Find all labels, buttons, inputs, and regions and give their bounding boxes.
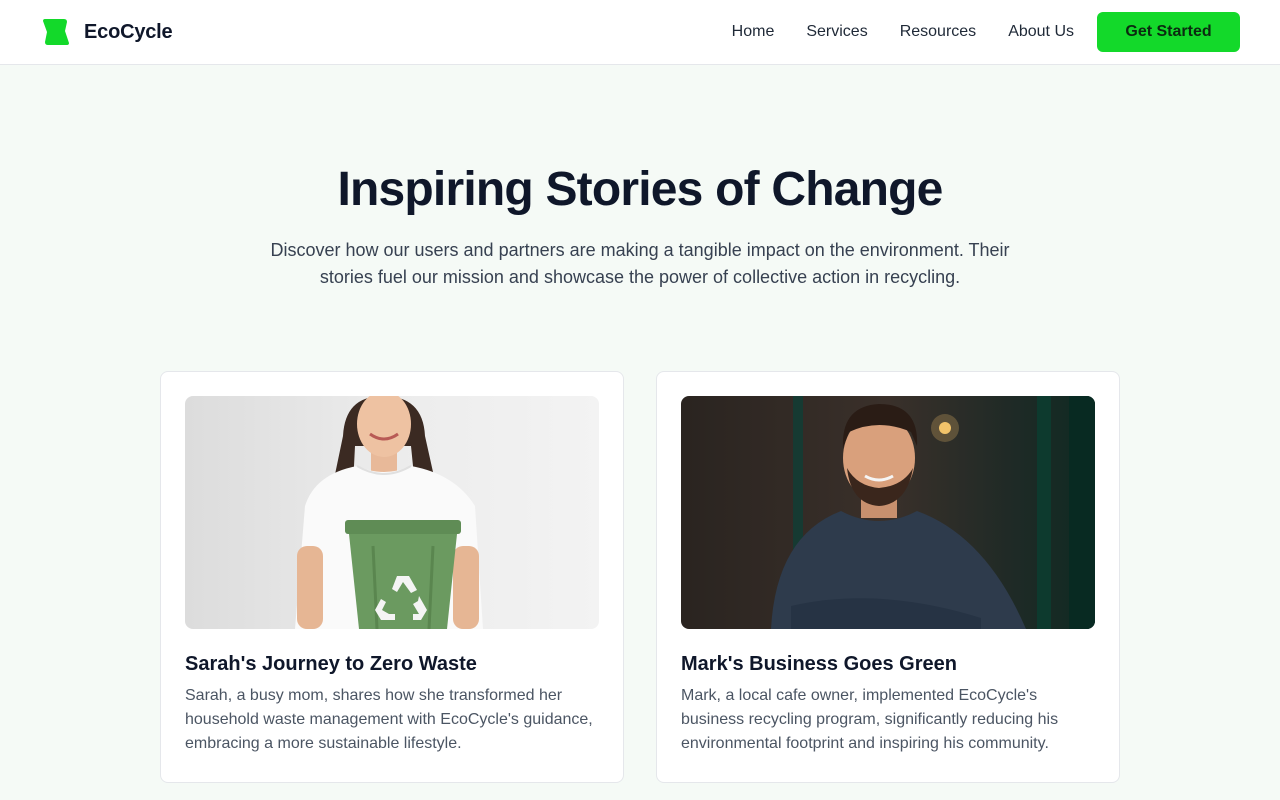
get-started-button[interactable]: Get Started: [1097, 12, 1240, 52]
main-nav: Home Services Resources About Us Get Sta…: [732, 12, 1240, 52]
nav-resources[interactable]: Resources: [900, 23, 976, 41]
story-description: Sarah, a busy mom, shares how she transf…: [185, 687, 593, 752]
nav-services[interactable]: Services: [806, 23, 867, 41]
nav-about-us[interactable]: About Us: [1008, 23, 1074, 41]
story-card-mark[interactable]: Mark's Business Goes Green Mark, a local…: [656, 371, 1120, 783]
story-description: Mark, a local cafe owner, implemented Ec…: [681, 687, 1059, 752]
page-title: Inspiring Stories of Change: [337, 163, 943, 216]
brand[interactable]: EcoCycle: [42, 18, 173, 46]
story-photo-woman-with-recycling-bin: [185, 396, 599, 629]
page-subtitle: Discover how our users and partners are …: [270, 240, 1010, 287]
story-title: Mark's Business Goes Green: [681, 653, 957, 675]
story-card-sarah[interactable]: Sarah's Journey to Zero Waste Sarah, a b…: [160, 371, 624, 783]
nav-home[interactable]: Home: [732, 23, 775, 41]
story-title: Sarah's Journey to Zero Waste: [185, 653, 477, 675]
site-header: EcoCycle Home Services Resources About U…: [0, 0, 1280, 65]
brand-name: EcoCycle: [84, 20, 173, 43]
leaf-block-icon: [43, 19, 69, 45]
story-photo-man-in-cafe: [681, 396, 1095, 629]
